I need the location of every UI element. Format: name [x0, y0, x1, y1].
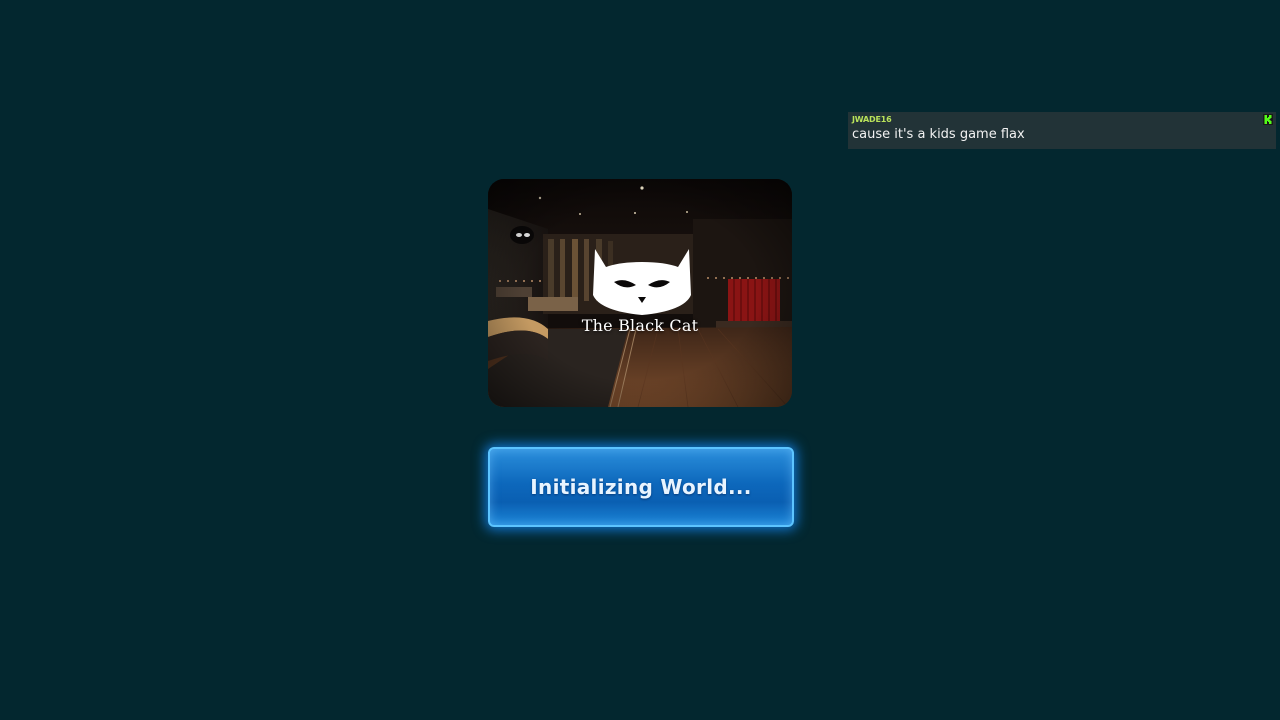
chat-username: JWADE16 — [852, 115, 892, 124]
status-label: Initializing World... — [530, 475, 752, 499]
world-name: The Black Cat — [581, 316, 699, 335]
chat-message: JWADE16 cause it's a kids game flax — [848, 112, 1276, 149]
venue-interior-image — [488, 179, 792, 407]
chat-message-text: cause it's a kids game flax — [852, 127, 1025, 142]
kick-icon — [1263, 114, 1273, 125]
initializing-status-button: Initializing World... — [488, 447, 794, 527]
loading-screen: JWADE16 cause it's a kids game flax The … — [0, 0, 1280, 720]
world-thumbnail: The Black Cat — [488, 179, 792, 407]
